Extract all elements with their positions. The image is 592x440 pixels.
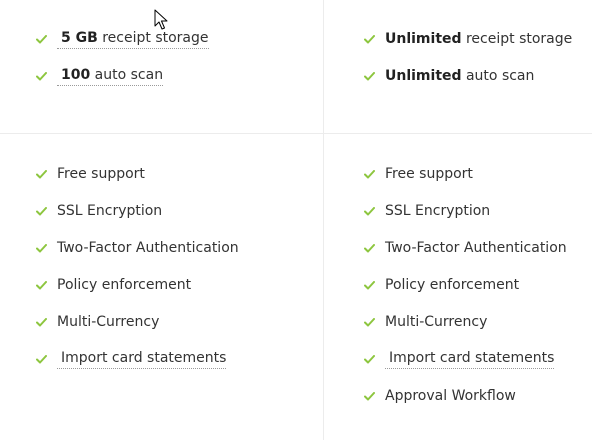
right-feature-policy-enforcement: Policy enforcement	[364, 267, 567, 304]
limit-text[interactable]: 100 auto scan	[57, 67, 164, 86]
limit-label: receipt storage	[97, 30, 209, 46]
check-icon	[36, 318, 47, 327]
feature-label: Free support	[385, 166, 473, 182]
check-icon	[36, 72, 47, 81]
right-feature-ssl-encryption: SSL Encryption	[364, 193, 567, 230]
right-feature-import-card-statements: Import card statements	[364, 341, 567, 378]
right-limit-receipt-storage: Unlimited receipt storage	[364, 21, 572, 58]
limit-label: auto scan	[461, 68, 535, 84]
feature-label: Approval Workflow	[385, 388, 516, 404]
left-feature-import-card-statements: Import card statements	[36, 341, 239, 378]
check-icon	[36, 207, 47, 216]
feature-label: Free support	[57, 166, 145, 182]
check-icon	[364, 72, 375, 81]
check-icon	[364, 318, 375, 327]
left-feature-ssl-encryption: SSL Encryption	[36, 193, 239, 230]
right-plan-features-list: Free support SSL Encryption Two-Factor A…	[364, 156, 567, 415]
limit-text[interactable]: 5 GB receipt storage	[57, 30, 209, 49]
column-divider	[323, 0, 324, 440]
left-limit-auto-scan: 100 auto scan	[36, 58, 209, 95]
right-feature-approval-workflow: Approval Workflow	[364, 378, 567, 415]
left-feature-free-support: Free support	[36, 156, 239, 193]
feature-label: Multi-Currency	[57, 314, 160, 330]
left-feature-policy-enforcement: Policy enforcement	[36, 267, 239, 304]
feature-label: SSL Encryption	[57, 203, 163, 219]
limit-value: Unlimited	[385, 31, 462, 47]
check-icon	[364, 170, 375, 179]
mouse-pointer-icon	[154, 9, 168, 31]
left-plan-features-list: Free support SSL Encryption Two-Factor A…	[36, 156, 239, 378]
limit-value: 100	[61, 67, 91, 83]
limit-value: Unlimited	[385, 68, 462, 84]
feature-label: Two-Factor Authentication	[57, 240, 239, 256]
feature-label[interactable]: Import card statements	[385, 350, 555, 369]
check-icon	[364, 244, 375, 253]
limit-label: auto scan	[90, 67, 164, 83]
check-icon	[36, 355, 47, 364]
limit-text: Unlimited receipt storage	[385, 31, 572, 48]
left-feature-multi-currency: Multi-Currency	[36, 304, 239, 341]
right-feature-free-support: Free support	[364, 156, 567, 193]
check-icon	[36, 281, 47, 290]
left-plan-limits-list: 5 GB receipt storage 100 auto scan	[36, 21, 209, 95]
row-divider	[0, 133, 592, 134]
feature-label: Multi-Currency	[385, 314, 488, 330]
left-feature-two-factor: Two-Factor Authentication	[36, 230, 239, 267]
left-limit-receipt-storage: 5 GB receipt storage	[36, 21, 209, 58]
check-icon	[364, 35, 375, 44]
feature-label: Two-Factor Authentication	[385, 240, 567, 256]
feature-label: Policy enforcement	[385, 277, 520, 293]
check-icon	[36, 35, 47, 44]
feature-label: SSL Encryption	[385, 203, 491, 219]
check-icon	[36, 244, 47, 253]
check-icon	[364, 281, 375, 290]
check-icon	[364, 355, 375, 364]
right-feature-multi-currency: Multi-Currency	[364, 304, 567, 341]
limit-value: 5 GB	[61, 30, 98, 46]
limit-text: Unlimited auto scan	[385, 68, 534, 85]
feature-label: Policy enforcement	[57, 277, 192, 293]
check-icon	[364, 392, 375, 401]
right-plan-limits-list: Unlimited receipt storage Unlimited auto…	[364, 21, 572, 95]
check-icon	[364, 207, 375, 216]
check-icon	[36, 170, 47, 179]
right-limit-auto-scan: Unlimited auto scan	[364, 58, 572, 95]
right-feature-two-factor: Two-Factor Authentication	[364, 230, 567, 267]
limit-label: receipt storage	[461, 31, 573, 47]
feature-label[interactable]: Import card statements	[57, 350, 227, 369]
